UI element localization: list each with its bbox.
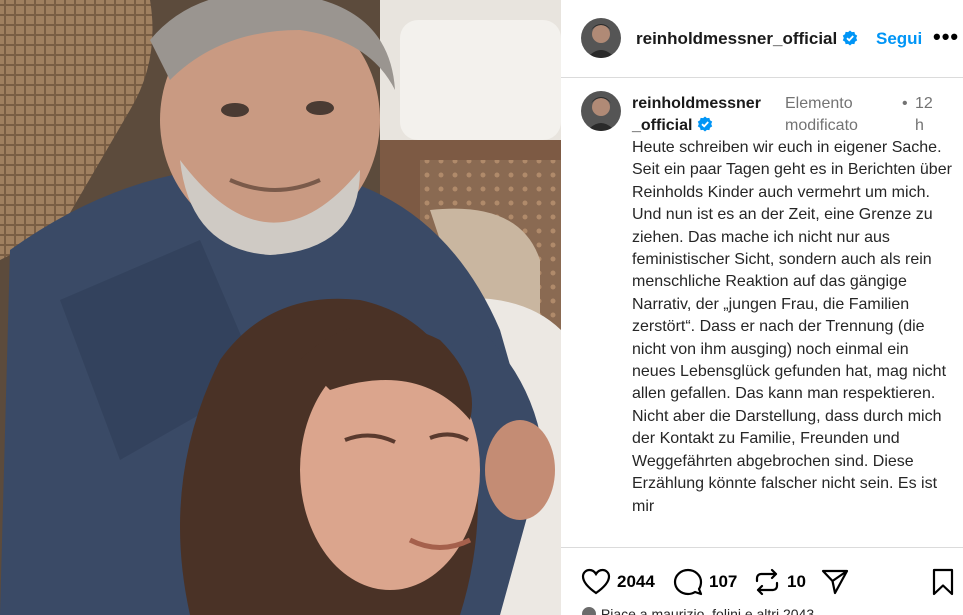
repost-button[interactable]: 10 (753, 568, 806, 596)
avatar[interactable] (581, 91, 621, 131)
comment-icon (673, 568, 703, 596)
bookmark-icon (932, 568, 954, 596)
post-photo-drawing (0, 0, 561, 615)
action-bar: 2044 107 10 Piace a maurizio_folini e al… (561, 547, 963, 615)
liked-by-text[interactable]: Piace a maurizio_folini e altri 2043 (601, 606, 814, 615)
separator-dot: • (902, 95, 908, 112)
share-button[interactable] (820, 568, 850, 596)
share-icon (821, 569, 849, 595)
verified-badge-icon (698, 116, 713, 132)
post-timestamp[interactable]: 12 h (915, 93, 937, 137)
verified-badge-icon (843, 30, 858, 46)
caption-author-username[interactable]: reinholdmessner_official (632, 93, 762, 137)
avatar (581, 606, 597, 615)
avatar[interactable] (581, 18, 621, 58)
post-header: reinholdmessner_official Segui ••• (561, 0, 963, 78)
username-text[interactable]: reinholdmessner_official (632, 95, 761, 134)
likes-count[interactable]: 2044 (617, 572, 655, 592)
more-icon[interactable]: ••• (933, 24, 959, 50)
edited-label: Elemento modificato (785, 95, 858, 134)
repost-icon (755, 568, 779, 596)
comments-count[interactable]: 107 (709, 572, 737, 592)
save-button[interactable] (931, 568, 955, 596)
comment-button[interactable]: 107 (673, 568, 737, 596)
caption-section: reinholdmessner_official Elemento modifi… (561, 79, 963, 547)
post-author-username[interactable]: reinholdmessner_official (636, 29, 858, 49)
liked-by-line[interactable]: Piace a maurizio_folini e altri 2043 (581, 606, 814, 615)
heart-icon (581, 568, 611, 595)
like-button[interactable]: 2044 (581, 568, 655, 596)
username-text[interactable]: reinholdmessner_official (636, 29, 837, 48)
post-side-panel: reinholdmessner_official Segui ••• reinh… (561, 0, 963, 615)
reposts-count[interactable]: 10 (787, 572, 806, 592)
post-image[interactable] (0, 0, 561, 615)
caption-text: Heute schreiben wir euch in eigener Sach… (632, 139, 952, 515)
follow-button[interactable]: Segui (876, 29, 922, 49)
